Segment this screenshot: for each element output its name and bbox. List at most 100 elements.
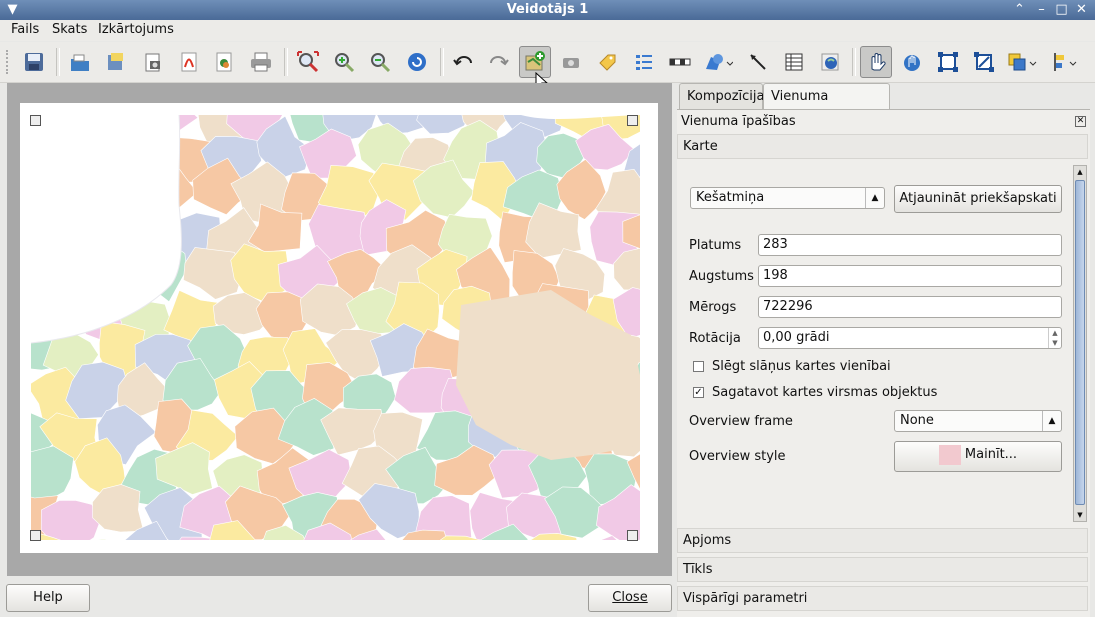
map-region [31,446,74,501]
overview-style-button[interactable]: Mainīt... [894,441,1062,472]
tab-item-properties[interactable]: Vienuma īpašības [763,83,890,109]
menu-file[interactable]: Fails [11,22,39,37]
draw-canvas-checkbox[interactable]: ✓ [693,387,704,398]
rotation-label: Rotācija [689,331,741,346]
menu-view[interactable]: Skats [52,22,87,37]
toolbar-separator [440,48,444,76]
window-title: Veidotājs 1 [0,2,1095,17]
map-region [60,115,108,143]
composition-canvas[interactable] [7,83,672,576]
new-composer-icon[interactable] [64,46,96,78]
maximize-icon[interactable]: □ [1053,2,1070,18]
preview-mode-select[interactable]: Kešatmiņa ▲ [690,187,885,209]
add-legend-icon[interactable] [628,46,660,78]
toolbar-grip[interactable] [6,50,12,74]
zoom-full-icon[interactable] [292,46,324,78]
toolbar-separator [852,48,856,76]
menu-layout[interactable]: Izkārtojums [98,22,174,37]
spin-arrows-icon[interactable]: ▲▼ [1048,328,1061,348]
map-region [115,211,170,263]
overview-style-button-label: Mainīt... [965,447,1017,462]
page-paper[interactable] [20,103,658,553]
zoom-out-icon[interactable] [364,46,396,78]
map-region [70,204,139,259]
map-region [31,212,44,265]
style-swatch [939,445,961,465]
move-content-icon[interactable] [896,46,928,78]
toolbar [0,42,1095,83]
print-icon[interactable] [245,46,277,78]
section-general[interactable]: Vispārīgi parametri [677,586,1088,611]
duplicate-composer-icon[interactable] [100,46,132,78]
updown-arrow-icon: ▲ [865,188,884,208]
map-region [120,131,188,181]
add-html-icon[interactable] [814,46,846,78]
map-region [31,135,83,180]
selection-handle-bottom-left[interactable] [30,530,41,541]
height-field[interactable]: 198 [758,265,1062,287]
add-label-icon[interactable] [591,46,623,78]
map-region [31,218,80,271]
scroll-down-icon[interactable]: ▼ [1074,509,1086,521]
shade-icon[interactable]: ⌃ [1011,2,1028,18]
map-region [87,172,145,219]
group-icon[interactable] [932,46,964,78]
help-button[interactable]: Help [6,584,90,612]
add-table-icon[interactable] [778,46,810,78]
tab-composition[interactable]: Kompozīcija [679,83,763,109]
title-bar: ▼ Veidotājs 1 ⌃ – □ ✕ [0,0,1095,21]
rotation-value: 0,00 grādi [763,330,830,345]
scale-field[interactable]: 722296 [758,296,1062,318]
scrollbar-thumb[interactable] [1075,180,1085,505]
section-grid[interactable]: Tīkls [677,557,1088,582]
export-svg-icon[interactable] [208,46,240,78]
width-field[interactable]: 283 [758,234,1062,256]
properties-scrollbar[interactable]: ▲ ▼ [1073,165,1087,522]
width-label: Platums [689,238,741,253]
close-panel-icon[interactable]: ✕ [1075,116,1086,127]
refresh-icon[interactable] [401,46,433,78]
minimize-icon[interactable]: – [1033,2,1050,18]
add-shape-icon[interactable] [702,46,734,78]
close-window-icon[interactable]: ✕ [1073,2,1090,18]
map-region [95,242,161,304]
height-label: Augstums [689,269,754,284]
lock-layers-label: Slēgt slāņus kartes vienībai [712,359,891,374]
redo-icon[interactable] [483,46,515,78]
overview-frame-label: Overview frame [689,414,793,429]
rotation-spinbox[interactable]: 0,00 grādi ▲▼ [758,327,1062,349]
properties-panel: Kompozīcija Vienuma īpašības Vienuma īpa… [677,83,1090,616]
overview-frame-select[interactable]: None ▲ [894,410,1062,432]
selection-handle-top-right[interactable] [627,115,638,126]
selection-handle-bottom-right[interactable] [627,530,638,541]
export-pdf-icon[interactable] [173,46,205,78]
close-button[interactable]: Close [588,584,672,612]
select-move-icon[interactable] [860,46,892,78]
scroll-up-icon[interactable]: ▲ [1074,166,1086,178]
lock-layers-checkbox[interactable] [693,361,704,372]
raise-lower-icon[interactable] [1006,46,1038,78]
toolbar-separator [56,48,60,76]
add-image-icon[interactable] [555,46,587,78]
selection-handle-top-left[interactable] [30,115,41,126]
overview-style-label: Overview style [689,449,786,464]
draw-canvas-label: Sagatavot kartes virsmas objektus [712,385,937,400]
zoom-in-icon[interactable] [328,46,360,78]
export-image-icon[interactable] [137,46,169,78]
dialog-button-bar: Help Close [0,580,675,616]
section-map[interactable]: Karte [677,134,1088,159]
map-item[interactable] [31,115,640,540]
scale-label: Mērogs [689,300,736,315]
panel-header: Vienuma īpašības [677,111,1088,133]
updown-arrow-icon: ▲ [1042,411,1061,431]
save-icon[interactable] [18,46,50,78]
add-arrow-icon[interactable] [742,46,774,78]
menu-bar: Fails Skats Izkārtojums [0,20,1095,41]
overview-frame-value: None [900,413,934,428]
refresh-preview-button[interactable]: Atjaunināt priekšapskati [894,185,1062,213]
ungroup-icon[interactable] [968,46,1000,78]
align-icon[interactable] [1050,46,1082,78]
add-scalebar-icon[interactable] [664,46,696,78]
section-extent[interactable]: Apjoms [677,528,1088,553]
undo-icon[interactable] [447,46,479,78]
